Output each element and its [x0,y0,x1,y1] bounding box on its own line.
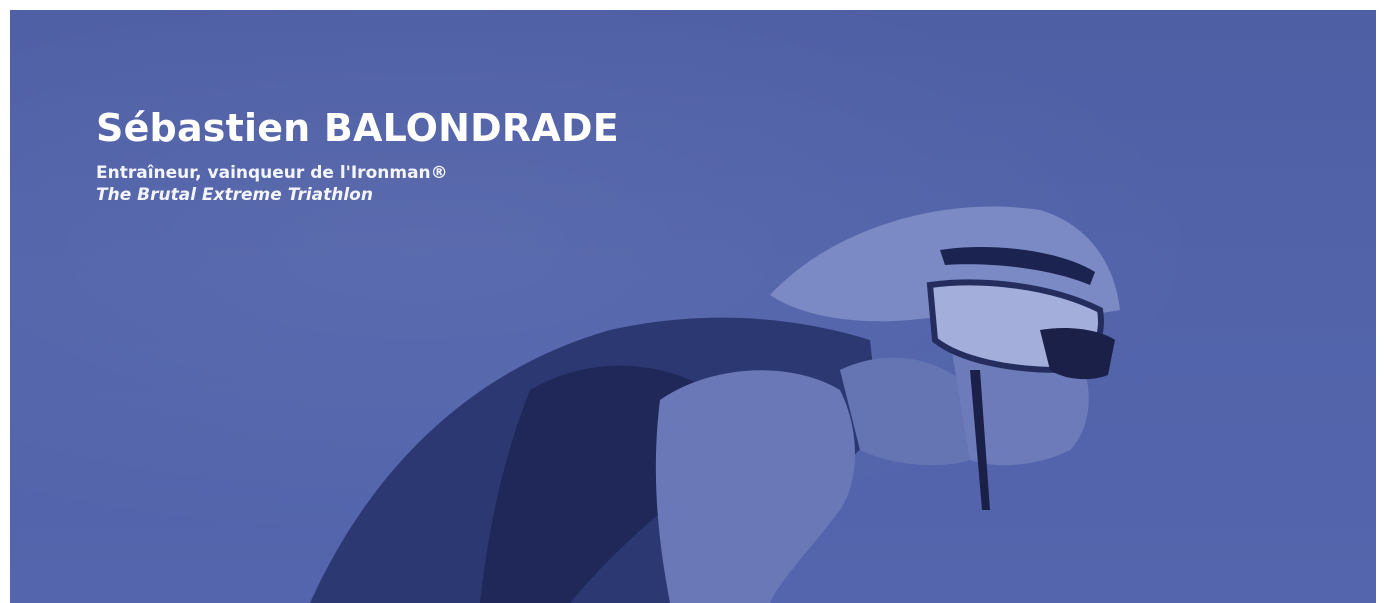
athlete-name: Sébastien BALONDRADE [96,106,619,150]
shoulder-arm [655,370,855,603]
cyclist-photo [310,206,1120,603]
athlete-subtitle: Entraîneur, vainqueur de l'Ironman® [96,163,448,183]
banner-image: Sébastien BALONDRADE Entraîneur, vainque… [10,10,1376,603]
event-tagline: The Brutal Extreme Triathlon [96,185,373,205]
title-block: Sébastien BALONDRADE Entraîneur, vainque… [96,106,619,206]
